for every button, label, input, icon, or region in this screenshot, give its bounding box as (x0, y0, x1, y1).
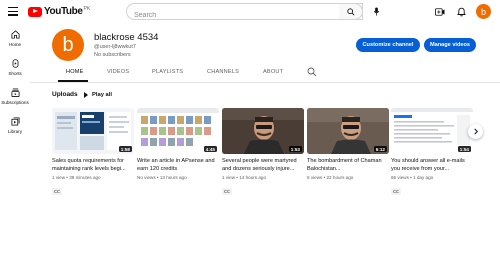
video-duration: 1:54 (457, 146, 471, 152)
subscriptions-icon (10, 88, 20, 97)
account-avatar[interactable]: b (476, 4, 491, 19)
video-duration: 1:58 (118, 146, 132, 152)
uploads-heading: Uploads (52, 91, 78, 98)
channel-handle: @user-lj8wwkut7 (94, 44, 136, 50)
top-bar: YouTube PK b (0, 0, 500, 24)
video-age: 14 hours ago (239, 175, 267, 180)
youtube-logo[interactable]: YouTube PK (28, 6, 90, 17)
video-thumbnail[interactable]: 4:45 (137, 108, 219, 154)
youtube-play-logo-icon (28, 6, 42, 17)
video-views: 1 view (52, 175, 66, 180)
bell-icon (456, 7, 466, 17)
sidebar-item-subscriptions[interactable]: Subscriptions (0, 82, 30, 111)
video-thumbnail[interactable]: 1:54 (391, 108, 473, 154)
sidebar-item-label: Home (8, 42, 22, 47)
sidebar-item-library[interactable]: Library (0, 111, 30, 140)
tab-about[interactable]: ABOUT (263, 69, 283, 75)
channel-avatar[interactable]: b (52, 29, 84, 61)
channel-search-icon[interactable] (307, 67, 317, 77)
channel-name: blackrose 4534 (94, 32, 159, 43)
video-card[interactable]: 4:45 Write an article in APsense and ear… (137, 108, 219, 180)
manage-videos-button[interactable]: Manage videos (424, 38, 476, 52)
video-card[interactable]: 1:58 Sales quota requirements for mainta… (52, 108, 134, 198)
carousel-next-button[interactable] (468, 124, 483, 139)
video-thumbnail[interactable]: 6:12 (307, 108, 389, 154)
notifications-button[interactable] (454, 5, 468, 19)
video-views: 66 views (391, 175, 409, 180)
video-meta: 1 view • 38 minutes ago (52, 175, 101, 180)
tab-playlists[interactable]: PLAYLISTS (152, 69, 183, 75)
video-card[interactable]: 1:53 Several people were martyred and do… (222, 108, 304, 198)
voice-search-button[interactable] (368, 3, 385, 20)
video-duration: 4:45 (203, 146, 217, 152)
video-thumbnail[interactable]: 1:58 (52, 108, 134, 154)
search-button[interactable] (339, 3, 363, 20)
subscriber-count: No subscribers (94, 52, 131, 58)
sidebar-item-label: Shorts (8, 71, 22, 76)
microphone-icon (373, 7, 380, 16)
customize-channel-button[interactable]: Customize channel (356, 38, 420, 52)
search-box (126, 3, 363, 23)
video-card[interactable]: 1:54 You should answer all e-mails you r… (391, 108, 473, 198)
video-age: 22 hours ago (326, 175, 354, 180)
search-input[interactable] (127, 8, 327, 23)
video-age: 1 day ago (413, 175, 434, 180)
create-video-button[interactable] (433, 5, 447, 19)
logo-country-code: PK (83, 5, 91, 12)
closed-captions-badge: CC (391, 188, 402, 195)
video-age: 13 hours ago (159, 175, 187, 180)
shorts-icon (12, 59, 18, 68)
logo-text: YouTube (44, 6, 83, 17)
video-views: 5 views (307, 175, 323, 180)
video-title[interactable]: The bombardment of Chaman Balochistan... (307, 158, 389, 173)
closed-captions-badge: CC (52, 188, 63, 195)
video-title[interactable]: Sales quota requirements for maintaining… (52, 158, 134, 173)
library-icon (10, 117, 20, 126)
tab-home[interactable]: HOME (66, 69, 84, 75)
video-age: 38 minutes ago (69, 175, 101, 180)
channel-tabs: HOME VIDEOS PLAYLISTS CHANNELS ABOUT (52, 64, 476, 82)
video-views: No views (137, 175, 156, 180)
sidebar-item-label: Library (7, 129, 23, 134)
video-meta: No views • 13 hours ago (137, 175, 187, 180)
video-card[interactable]: 6:12 The bombardment of Chaman Balochist… (307, 108, 389, 180)
video-duration: 6:12 (373, 146, 387, 152)
video-duration: 1:53 (288, 146, 302, 152)
video-views: 1 view (222, 175, 236, 180)
home-icon (10, 30, 20, 39)
video-title[interactable]: Write an article in APsense and earn 120… (137, 158, 219, 173)
play-all-button[interactable]: Play all (84, 90, 112, 99)
search-icon (346, 7, 355, 16)
sidebar: Home Shorts Subscriptions Library (0, 24, 30, 140)
video-meta: 66 views • 1 day ago (391, 175, 434, 180)
hamburger-menu-icon[interactable] (8, 7, 18, 16)
play-all-label: Play all (92, 91, 112, 98)
closed-captions-badge: CC (222, 188, 233, 195)
video-title[interactable]: Several people were martyred and dozens … (222, 158, 304, 173)
video-meta: 1 view • 14 hours ago (222, 175, 267, 180)
create-video-icon (435, 8, 445, 16)
tab-channels[interactable]: CHANNELS (207, 69, 239, 75)
sidebar-item-label: Subscriptions (1, 100, 29, 105)
tabs-divider (30, 82, 500, 83)
tab-videos[interactable]: VIDEOS (107, 69, 129, 75)
play-icon (84, 91, 88, 98)
chevron-right-icon (473, 128, 478, 135)
video-title[interactable]: You should answer all e-mails you receiv… (391, 158, 473, 173)
sidebar-item-shorts[interactable]: Shorts (0, 53, 30, 82)
video-thumbnail[interactable]: 1:53 (222, 108, 304, 154)
video-meta: 5 views • 22 hours ago (307, 175, 354, 180)
sidebar-item-home[interactable]: Home (0, 24, 30, 53)
